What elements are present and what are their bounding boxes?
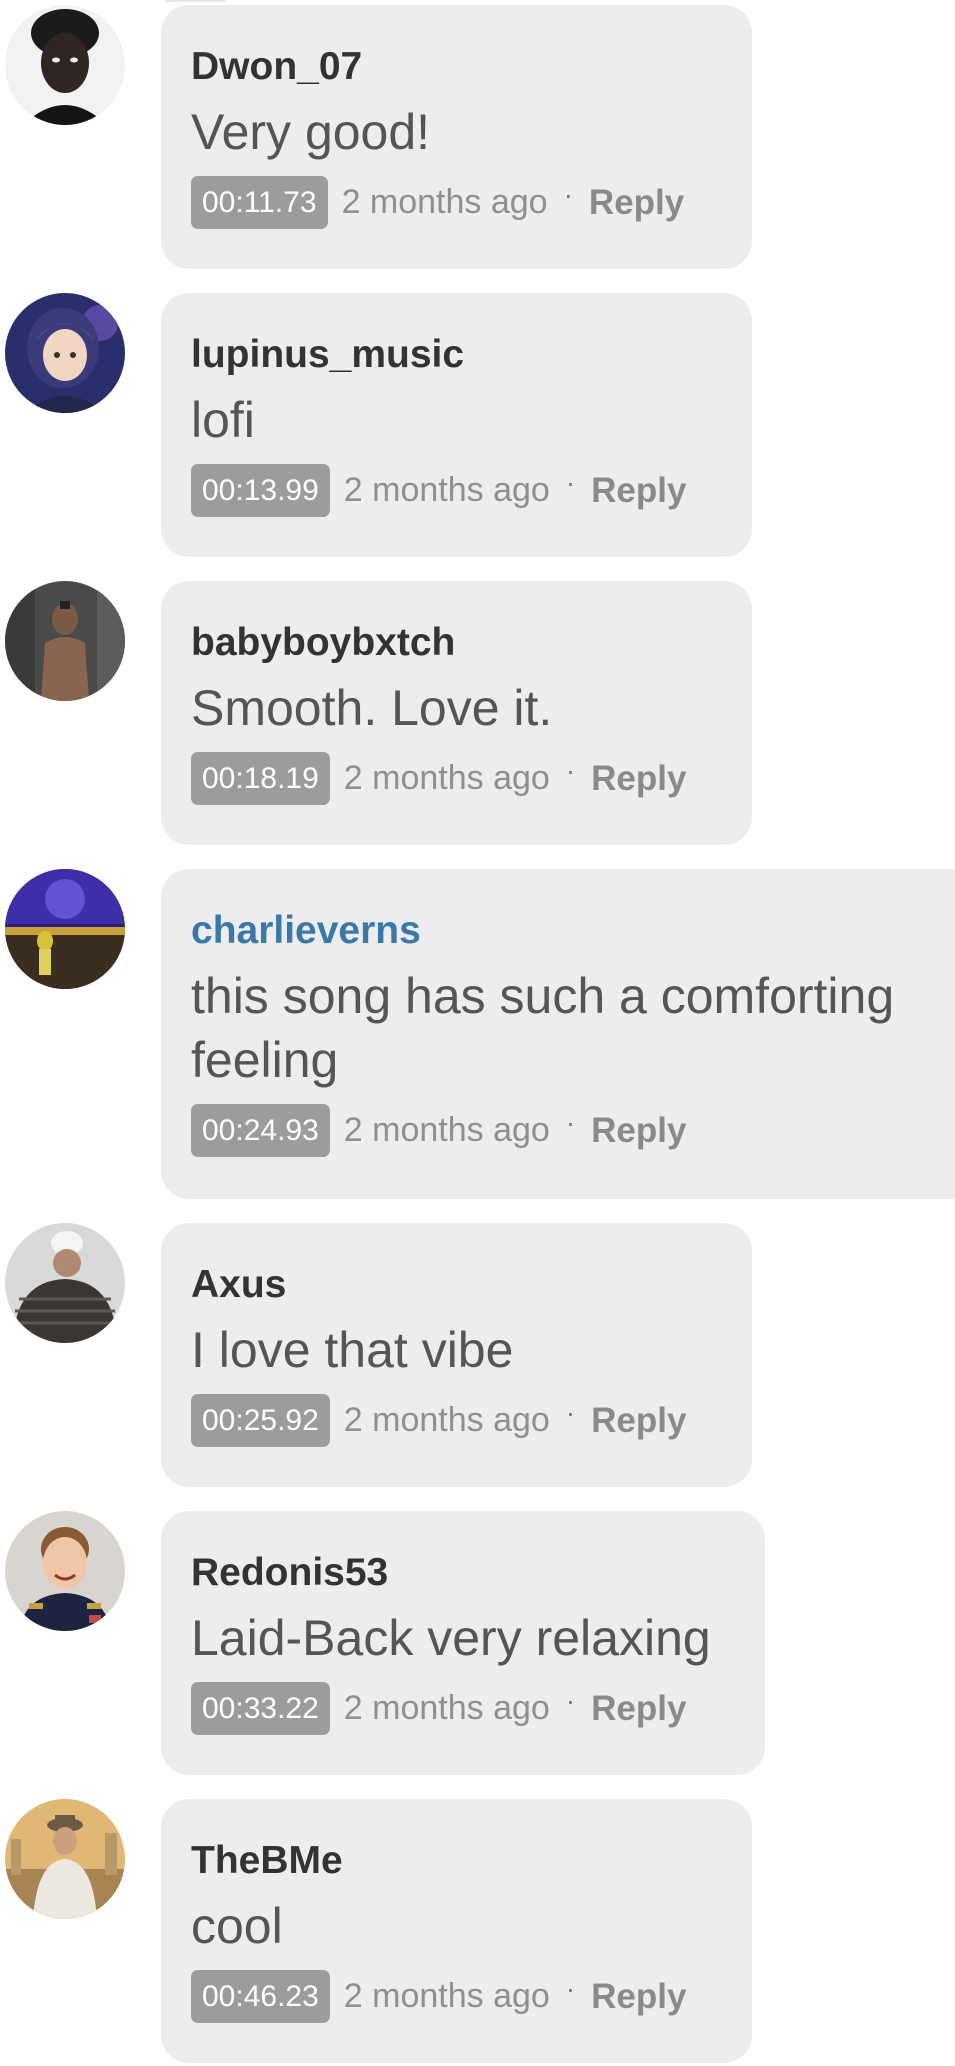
separator-dot: · [565,466,576,498]
comment-meta: 00:13.99 2 months ago · Reply [191,464,722,517]
avatar[interactable] [5,293,125,413]
comment-age: 2 months ago [343,1111,550,1149]
comment-meta: 00:11.73 2 months ago · Reply [191,176,722,229]
timestamp-badge[interactable]: 00:33.22 [191,1682,330,1735]
comment-username[interactable]: Redonis53 [191,1551,735,1595]
comment-text: Very good! [191,104,431,160]
comment-bubble: Redonis53 Laid-Back very relaxing 00:33.… [161,1511,765,1775]
avatar[interactable] [5,1799,125,1919]
comment-text: I love that vibe [191,1322,514,1378]
reply-button[interactable]: Reply [591,1401,686,1441]
comment-meta: 00:24.93 2 months ago · Reply [191,1104,925,1157]
comment-age: 2 months ago [343,1977,550,2015]
comment-age: 2 months ago [343,1689,550,1727]
reply-button[interactable]: Reply [591,1689,686,1729]
comment-bubble: charlieverns this song has such a comfor… [161,869,955,1199]
timestamp-badge[interactable]: 00:46.23 [191,1970,330,2023]
comment-text: cool [191,1898,283,1954]
separator-dot: · [565,754,576,786]
comment-age: 2 months ago [343,471,550,509]
reply-button[interactable]: Reply [591,471,686,511]
separator-dot: · [563,178,573,210]
separator-dot: · [565,1106,576,1138]
timestamp-badge[interactable]: 00:11.73 [191,176,328,229]
avatar[interactable] [5,1223,125,1343]
avatar[interactable] [5,5,125,125]
reply-button[interactable]: Reply [591,1977,686,2017]
reply-button[interactable]: Reply [591,1111,686,1151]
reply-button[interactable]: Reply [591,759,686,799]
separator-dot: · [565,1396,576,1428]
comment-username[interactable]: charlieverns [191,909,925,953]
timestamp-badge[interactable]: 00:24.93 [191,1104,330,1157]
comment-age: 2 months ago [343,1401,550,1439]
comment-meta: 00:46.23 2 months ago · Reply [191,1970,722,2023]
separator-dot: · [565,1972,576,2004]
comment-text: Smooth. Love it. [191,680,553,736]
comment-username[interactable]: babyboybxtch [191,621,722,665]
comment-bubble: babyboybxtch Smooth. Love it. 00:18.19 2… [161,581,752,845]
comment-meta: 00:18.19 2 months ago · Reply [191,752,722,805]
comment-bubble: TheBMe cool 00:46.23 2 months ago · Repl… [161,1799,752,2063]
comment-username[interactable]: lupinus_music [191,333,722,377]
comment-age: 2 months ago [341,183,548,221]
comment-meta: 00:33.22 2 months ago · Reply [191,1682,735,1735]
comment-username[interactable]: Axus [191,1263,722,1307]
top-divider [165,0,225,2]
separator-dot: · [565,1684,576,1716]
comment-username[interactable]: Dwon_07 [191,45,722,89]
avatar[interactable] [5,869,125,989]
timestamp-badge[interactable]: 00:13.99 [191,464,330,517]
comment-bubble: Axus I love that vibe 00:25.92 2 months … [161,1223,752,1487]
comment-username[interactable]: TheBMe [191,1839,722,1883]
comment-text: this song has such a comforting feeling [191,968,895,1088]
comment-meta: 00:25.92 2 months ago · Reply [191,1394,722,1447]
reply-button[interactable]: Reply [589,183,684,223]
avatar[interactable] [5,581,125,701]
comment-text: lofi [191,392,255,448]
avatar[interactable] [5,1511,125,1631]
comment-text: Laid-Back very relaxing [191,1610,711,1666]
comment-bubble: Dwon_07 Very good! 00:11.73 2 months ago… [161,5,752,269]
timestamp-badge[interactable]: 00:18.19 [191,752,330,805]
comment-age: 2 months ago [343,759,550,797]
timestamp-badge[interactable]: 00:25.92 [191,1394,330,1447]
comment-bubble: lupinus_music lofi 00:13.99 2 months ago… [161,293,752,557]
